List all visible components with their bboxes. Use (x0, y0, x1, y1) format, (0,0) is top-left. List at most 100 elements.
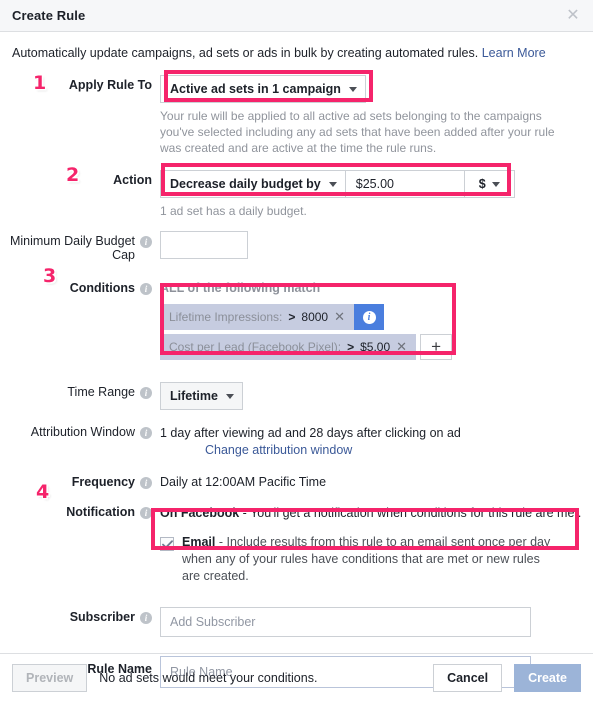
dialog-titlebar: Create Rule ✕ (0, 0, 593, 32)
action-control-group: Decrease daily budget by $25.00 $ (160, 170, 515, 198)
time-range-label: Time Range i (0, 382, 160, 410)
add-condition-button[interactable]: + (420, 334, 453, 360)
info-icon[interactable]: i (140, 507, 152, 519)
subscriber-field: Add Subscriber (160, 607, 593, 637)
info-icon[interactable]: i (140, 477, 152, 489)
close-icon[interactable]: ✕ (563, 6, 583, 26)
action-row: Action Decrease daily budget by $25.00 $… (0, 170, 593, 219)
on-facebook-notification: On Facebook - You'll get a notification … (160, 502, 593, 522)
chevron-down-icon (348, 86, 357, 92)
info-icon[interactable]: i (140, 283, 152, 295)
info-icon[interactable]: i (140, 387, 152, 399)
condition-name: Lifetime Impressions: (169, 310, 283, 324)
preview-button[interactable]: Preview (12, 663, 88, 692)
info-icon[interactable]: i (140, 236, 152, 248)
cancel-button[interactable]: Cancel (433, 663, 503, 692)
email-notification-text: Email - Include results from this rule t… (182, 534, 560, 585)
condition-value: $5.00 (360, 340, 391, 354)
condition-name: Cost per Lead (Facebook Pixel): (169, 340, 342, 354)
frequency-value: Daily at 12:00AM Pacific Time (160, 475, 327, 489)
action-help: 1 ad set has a daily budget. (160, 204, 307, 218)
notification-field: On Facebook - You'll get a notification … (160, 502, 593, 585)
subscriber-label-text: Subscriber (69, 610, 135, 624)
email-notification-option: Email - Include results from this rule t… (160, 534, 560, 585)
close-icon[interactable]: ✕ (334, 309, 345, 325)
intro-description: Automatically update campaigns, ad sets … (12, 46, 479, 60)
time-range-field: Lifetime (160, 382, 593, 410)
condition-operator: > (288, 310, 296, 324)
footer-status-note: No ad sets would meet your conditions. (99, 670, 318, 685)
notification-label-text: Notification (66, 505, 135, 519)
time-range-row: Time Range i Lifetime (0, 382, 593, 410)
info-icon[interactable]: i (140, 427, 152, 439)
time-range-label-text: Time Range (67, 385, 135, 399)
change-attribution-window-link[interactable]: Change attribution window (160, 442, 593, 459)
annotation-marker-4: 4 (36, 481, 50, 503)
condition-operator: > (347, 340, 355, 354)
dialog-body: Automatically update campaigns, ad sets … (0, 32, 593, 688)
min-budget-cap-label: Minimum Daily Budget Cap i (0, 231, 160, 262)
dialog-footer: Preview No ad sets would meet your condi… (0, 653, 593, 701)
apply-rule-to-value: Active ad sets in 1 campaign (170, 82, 341, 96)
create-rule-dialog: Create Rule ✕ Automatically update campa… (0, 0, 593, 701)
email-checkbox[interactable] (160, 537, 174, 551)
condition-item: Cost per Lead (Facebook Pixel): > $5.00 … (160, 334, 593, 360)
chevron-down-icon (225, 393, 234, 399)
annotation-marker-1: 1 (33, 72, 47, 94)
conditions-label-text: Conditions (69, 281, 135, 295)
min-budget-cap-input[interactable] (160, 231, 248, 259)
action-type-select[interactable]: Decrease daily budget by (160, 170, 345, 198)
subscriber-label: Subscriber i (0, 607, 160, 637)
learn-more-link[interactable]: Learn More (482, 46, 546, 60)
on-facebook-label: On Facebook (160, 506, 240, 520)
frequency-label: Frequency i (0, 472, 160, 489)
apply-rule-to-help: Your rule will be applied to all active … (160, 109, 555, 155)
dialog-title: Create Rule (12, 8, 86, 23)
frequency-row: Frequency i Daily at 12:00AM Pacific Tim… (0, 472, 593, 489)
attribution-window-field: 1 day after viewing ad and 28 days after… (160, 422, 593, 459)
action-label: Action (113, 173, 152, 187)
action-currency-select[interactable]: $ (464, 170, 515, 198)
conditions-list: Lifetime Impressions: > 8000 ✕ i Cost pe… (160, 304, 593, 360)
min-budget-cap-row: Minimum Daily Budget Cap i (0, 231, 593, 262)
time-range-select[interactable]: Lifetime (160, 382, 243, 410)
apply-rule-to-row: Apply Rule To Active ad sets in 1 campai… (0, 75, 593, 156)
apply-rule-to-select[interactable]: Active ad sets in 1 campaign (160, 75, 366, 103)
chevron-down-icon (491, 181, 500, 187)
attribution-window-value: 1 day after viewing ad and 28 days after… (160, 426, 461, 440)
close-icon[interactable]: ✕ (396, 339, 407, 355)
time-range-value: Lifetime (170, 389, 218, 403)
email-label: Email (182, 535, 216, 549)
email-description: - Include results from this rule to an e… (182, 535, 551, 583)
info-icon[interactable]: i (140, 612, 152, 624)
conditions-match-text: ALL of the following match (160, 281, 321, 295)
condition-info-button[interactable]: i (354, 304, 384, 330)
attribution-window-label: Attribution Window i (0, 422, 160, 459)
conditions-row: Conditions i ALL of the following match … (0, 278, 593, 364)
apply-rule-to-label: Apply Rule To (68, 78, 152, 92)
notification-label: Notification i (0, 502, 160, 585)
subscriber-row: Subscriber i Add Subscriber (0, 607, 593, 637)
intro-text: Automatically update campaigns, ad sets … (0, 32, 593, 61)
attribution-window-label-text: Attribution Window (30, 425, 135, 439)
condition-pill[interactable]: Lifetime Impressions: > 8000 ✕ (160, 304, 354, 330)
condition-pill[interactable]: Cost per Lead (Facebook Pixel): > $5.00 … (160, 334, 417, 360)
condition-item: Lifetime Impressions: > 8000 ✕ i (160, 304, 593, 330)
annotation-marker-3: 3 (43, 265, 57, 287)
apply-rule-to-field: Active ad sets in 1 campaign Your rule w… (160, 75, 593, 156)
frequency-label-text: Frequency (71, 475, 135, 489)
check-icon (161, 539, 173, 548)
action-currency-value: $ (478, 177, 486, 191)
info-icon: i (362, 310, 376, 324)
action-amount-input[interactable]: $25.00 (344, 170, 465, 198)
min-budget-cap-field (160, 231, 593, 262)
action-field: Decrease daily budget by $25.00 $ 1 ad s… (160, 170, 593, 219)
min-budget-cap-label-text: Minimum Daily Budget Cap (9, 234, 135, 262)
annotation-marker-2: 2 (66, 164, 80, 186)
conditions-label: Conditions i (0, 278, 160, 364)
create-button[interactable]: Create (514, 663, 581, 692)
attribution-window-row: Attribution Window i 1 day after viewing… (0, 422, 593, 459)
subscriber-input[interactable]: Add Subscriber (160, 607, 531, 637)
on-facebook-description: - You'll get a notification when conditi… (239, 506, 582, 520)
conditions-field: ALL of the following match Lifetime Impr… (160, 278, 593, 364)
